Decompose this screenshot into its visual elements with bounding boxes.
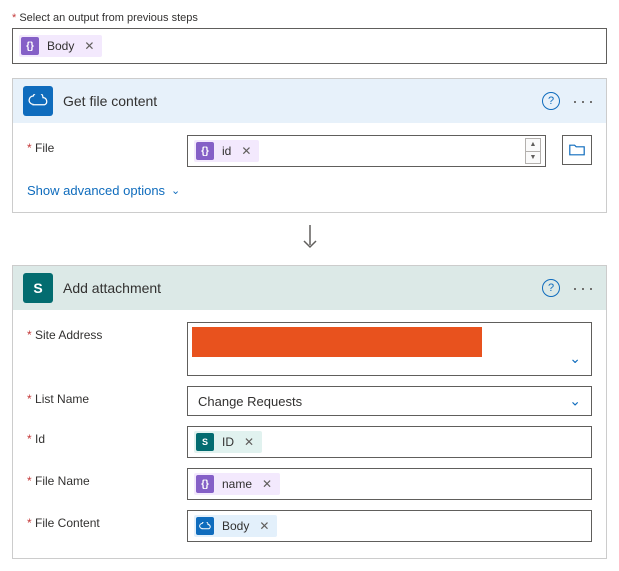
stepper-up-icon[interactable]: ▲ xyxy=(526,139,540,152)
remove-token-icon[interactable]: ✕ xyxy=(242,435,256,449)
remove-token-icon[interactable]: ✕ xyxy=(257,519,271,533)
token-body[interactable]: {} Body ✕ xyxy=(19,35,102,57)
more-menu-icon[interactable]: ··· xyxy=(572,91,596,112)
browse-folder-button[interactable] xyxy=(562,135,592,165)
site-address-label: * Site Address xyxy=(27,322,177,342)
token-id-sp[interactable]: S ID ✕ xyxy=(194,431,262,453)
list-name-label: * List Name xyxy=(27,386,177,406)
token-text: id xyxy=(218,144,235,158)
chevron-down-icon[interactable]: ⌄ xyxy=(569,393,581,410)
number-stepper[interactable]: ▲ ▼ xyxy=(525,138,541,164)
select-output-label: * Select an output from previous steps xyxy=(12,12,607,24)
card-title: Get file content xyxy=(63,93,532,109)
remove-token-icon[interactable]: ✕ xyxy=(82,39,96,53)
redacted-value xyxy=(192,327,482,357)
sharepoint-token-icon: S xyxy=(196,433,214,451)
sharepoint-icon: S xyxy=(23,273,53,303)
cloud-icon xyxy=(196,517,214,535)
help-icon[interactable]: ? xyxy=(542,279,560,297)
list-name-value: Change Requests xyxy=(192,394,302,409)
token-body-od[interactable]: Body ✕ xyxy=(194,515,277,537)
file-content-field[interactable]: Body ✕ xyxy=(187,510,592,542)
card-title: Add attachment xyxy=(63,280,532,296)
flow-arrow-icon xyxy=(12,223,607,251)
file-field[interactable]: {} id ✕ ▲ ▼ xyxy=(187,135,546,167)
remove-token-icon[interactable]: ✕ xyxy=(239,144,253,158)
card-header: S Add attachment ? ··· xyxy=(13,266,606,310)
chevron-down-icon[interactable]: ⌄ xyxy=(569,350,581,367)
chevron-down-icon: ⌄ xyxy=(171,184,180,197)
site-address-field[interactable]: ⌄ xyxy=(187,322,592,376)
select-output-field[interactable]: {} Body ✕ xyxy=(12,28,607,64)
id-label: * Id xyxy=(27,426,177,446)
add-attachment-card: S Add attachment ? ··· * Site Address ⌄ … xyxy=(12,265,607,559)
card-header: Get file content ? ··· xyxy=(13,79,606,123)
braces-icon: {} xyxy=(196,142,214,160)
file-name-label: * File Name xyxy=(27,468,177,488)
help-icon[interactable]: ? xyxy=(542,92,560,110)
braces-icon: {} xyxy=(196,475,214,493)
braces-icon: {} xyxy=(21,37,39,55)
list-name-field[interactable]: Change Requests ⌄ xyxy=(187,386,592,416)
token-text: Body xyxy=(43,39,78,53)
token-text: name xyxy=(218,477,256,491)
token-text: ID xyxy=(218,435,238,449)
id-field[interactable]: S ID ✕ xyxy=(187,426,592,458)
show-advanced-options-link[interactable]: Show advanced options ⌄ xyxy=(27,183,180,198)
get-file-content-card: Get file content ? ··· * File {} id ✕ ▲ … xyxy=(12,78,607,213)
remove-token-icon[interactable]: ✕ xyxy=(260,477,274,491)
token-text: Body xyxy=(218,519,253,533)
token-id[interactable]: {} id ✕ xyxy=(194,140,259,162)
file-content-label: * File Content xyxy=(27,510,177,530)
stepper-down-icon[interactable]: ▼ xyxy=(526,152,540,164)
onedrive-icon xyxy=(23,86,53,116)
file-name-field[interactable]: {} name ✕ xyxy=(187,468,592,500)
file-label: * File xyxy=(27,135,177,155)
token-name[interactable]: {} name ✕ xyxy=(194,473,280,495)
more-menu-icon[interactable]: ··· xyxy=(572,278,596,299)
